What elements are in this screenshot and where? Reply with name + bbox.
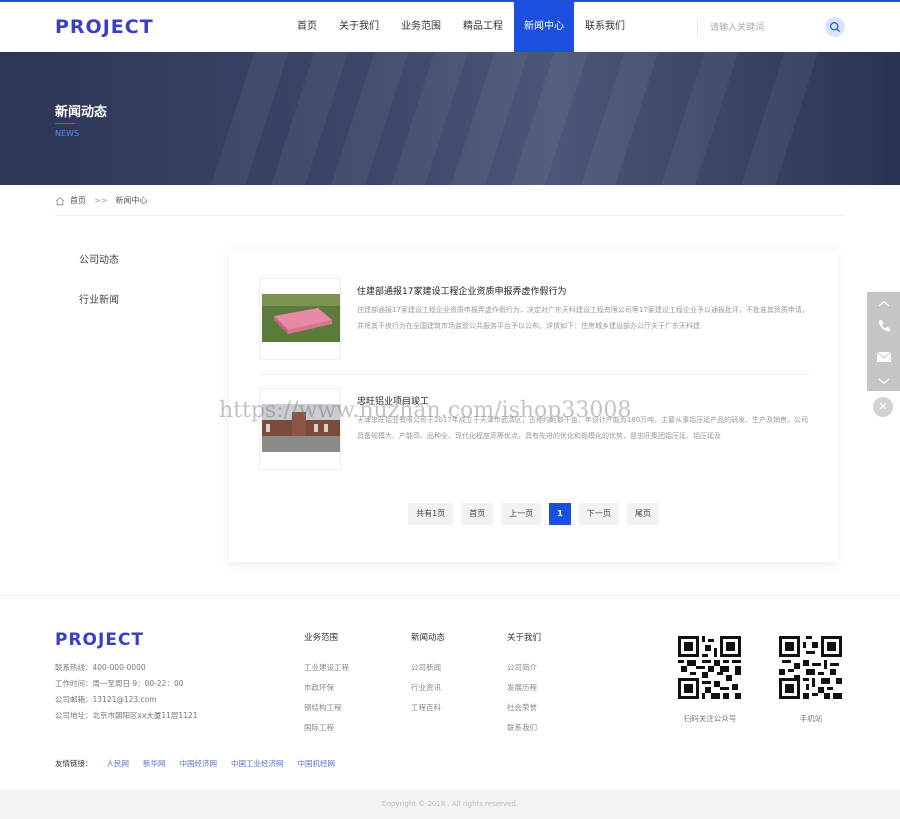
nav-divider — [697, 19, 698, 37]
footer-link[interactable]: 工业建设工程 — [304, 662, 349, 673]
banner: 新闻动态 NEWS — [0, 52, 900, 185]
search-icon — [830, 22, 840, 32]
footer-hotline: 联系热线：400-000-0000 — [55, 663, 146, 672]
news-title[interactable]: 住建部通报17家建设工程企业资质申报弄虚作假行为 — [357, 284, 566, 297]
footer-link[interactable]: 钢结构工程 — [304, 702, 342, 713]
chevron-down-icon[interactable] — [867, 369, 900, 393]
footer-link[interactable]: 发展历程 — [507, 682, 537, 693]
breadcrumb-separator: >> — [94, 196, 108, 205]
banner-subtitle: NEWS — [55, 129, 80, 138]
friend-link[interactable]: 中国机经网 — [298, 758, 336, 769]
breadcrumb-divider — [55, 215, 845, 216]
footer-address: 公司地址：北京市朝阳区xx大厦11层1121 — [55, 711, 198, 720]
qr-code-wechat — [678, 636, 741, 699]
chevron-up-icon[interactable] — [867, 292, 900, 316]
header: PROJECT 首页 关于我们 业务范围 精品工程 新闻中心 联系我们 — [0, 2, 900, 52]
banner-title: 新闻动态 — [55, 105, 108, 120]
footer-link[interactable]: 市政环保 — [304, 682, 334, 693]
friend-links-label: 友情链接： — [55, 759, 93, 768]
close-icon[interactable]: ✕ — [873, 397, 893, 417]
footer-link[interactable]: 社会荣誉 — [507, 702, 537, 713]
footer-link[interactable]: 行业资讯 — [411, 682, 441, 693]
news-description: 住建部通报17家建设工程企业资质申报弄虚作假行为，决定对广东天科建设工程有限公司… — [357, 306, 809, 330]
footer-email: 公司邮箱：13121@123.com — [55, 695, 157, 704]
nav-news[interactable]: 新闻中心 — [514, 2, 574, 52]
banner-underline — [55, 123, 75, 124]
sidebar-item-company-news[interactable]: 公司动态 — [79, 251, 119, 266]
pagination-current[interactable]: 1 — [549, 503, 571, 525]
footer-link[interactable]: 工程百科 — [411, 702, 441, 713]
pagination-prev[interactable]: 上一页 — [501, 503, 542, 525]
pagination-first[interactable]: 首页 — [461, 503, 494, 525]
watermark: https://www.huzhan.com/ishop33008 — [219, 398, 632, 423]
search-input[interactable] — [710, 18, 815, 38]
logo[interactable]: PROJECT — [55, 16, 154, 38]
breadcrumb-current[interactable]: 新闻中心 — [115, 195, 147, 206]
news-divider — [259, 374, 809, 375]
footer-link[interactable]: 公司简介 — [507, 662, 537, 673]
footer-col-title: 业务范围 — [304, 633, 339, 643]
footer-col-title: 新闻动态 — [411, 633, 446, 643]
friend-link[interactable]: 中国经济网 — [180, 758, 218, 769]
nav-business[interactable]: 业务范围 — [390, 2, 452, 52]
nav-home[interactable]: 首页 — [286, 2, 328, 52]
sidebar-item-industry-news[interactable]: 行业新闻 — [79, 291, 119, 306]
list-item[interactable]: 住建部通报17家建设工程企业资质申报弄虚作假行为 住建部通报17家建设工程企业资… — [259, 278, 809, 360]
pagination: 共有1页 首页 上一页 1 下一页 尾页 — [229, 503, 838, 525]
footer-logo[interactable]: PROJECT — [55, 630, 144, 650]
nav-projects[interactable]: 精品工程 — [452, 2, 514, 52]
main-nav: 首页 关于我们 业务范围 精品工程 新闻中心 联系我们 — [286, 2, 636, 52]
nav-about[interactable]: 关于我们 — [328, 2, 390, 52]
search-button[interactable] — [825, 17, 845, 37]
pagination-next[interactable]: 下一页 — [578, 503, 619, 525]
footer-hours: 工作时间：周一至周日 9：00-22：00 — [55, 679, 184, 688]
friend-links: 友情链接： 人民网 新华网 中国经济网 中国工业经济网 中国机经网 — [55, 758, 335, 769]
breadcrumb: 首页 >> 新闻中心 — [55, 195, 147, 206]
home-icon — [55, 196, 65, 205]
friend-link[interactable]: 中国工业经济网 — [231, 758, 284, 769]
friend-link[interactable]: 新华网 — [143, 758, 166, 769]
floating-toolbar — [867, 292, 900, 391]
copyright: Copyright © 2018 . All rights reserved. — [0, 790, 900, 819]
news-thumbnail[interactable] — [259, 278, 341, 360]
footer-col-title: 关于我们 — [507, 633, 542, 643]
footer-link[interactable]: 国际工程 — [304, 722, 334, 733]
nav-contact[interactable]: 联系我们 — [574, 2, 636, 52]
pagination-total: 共有1页 — [408, 503, 454, 525]
pagination-last[interactable]: 尾页 — [626, 503, 659, 525]
footer-link[interactable]: 联系我们 — [507, 722, 537, 733]
breadcrumb-home[interactable]: 首页 — [70, 195, 86, 206]
footer: PROJECT 联系热线：400-000-0000 工作时间：周一至周日 9：0… — [0, 595, 900, 790]
friend-link[interactable]: 人民网 — [107, 758, 130, 769]
footer-link[interactable]: 公司新闻 — [411, 662, 441, 673]
qr-label-wechat: 扫码关注公众号 — [683, 714, 737, 723]
phone-icon[interactable] — [867, 314, 900, 338]
qr-label-mobile: 手机站 — [799, 714, 823, 723]
qr-code-mobile — [779, 636, 842, 699]
news-image — [262, 294, 340, 342]
mail-icon[interactable] — [867, 345, 900, 369]
